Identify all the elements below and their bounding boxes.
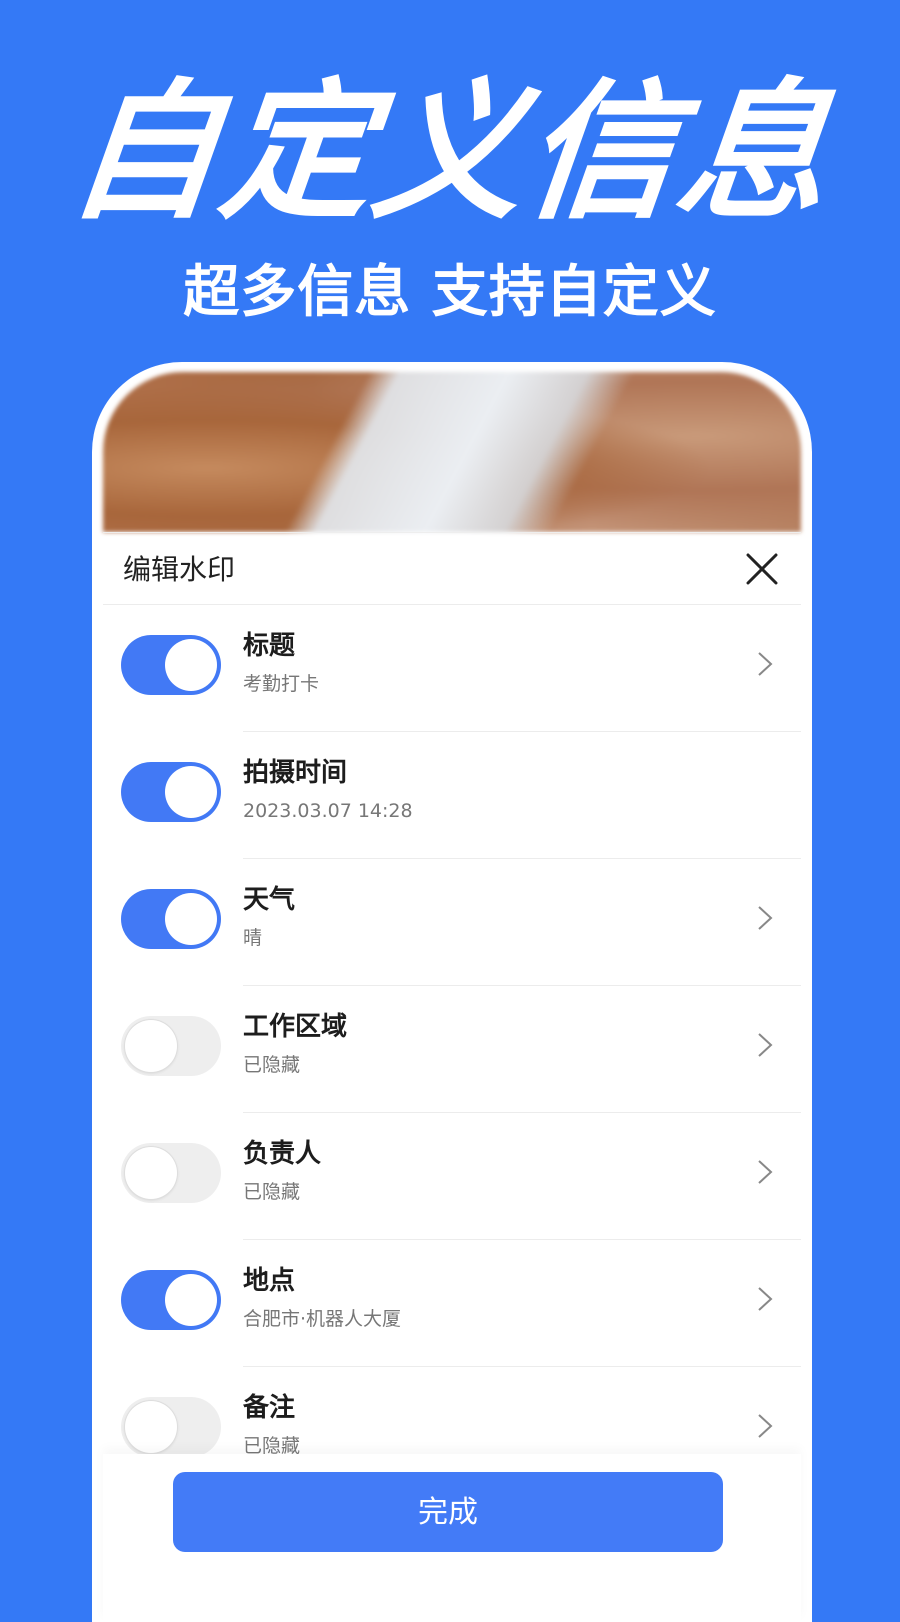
chevron-right-icon[interactable] <box>757 651 773 677</box>
bottom-action-bar: 完成 <box>103 1454 801 1622</box>
chevron-right-icon[interactable] <box>757 1413 773 1439</box>
promo-subheadline: 超多信息 支持自定义 <box>183 260 717 325</box>
toggle-knob <box>125 1401 177 1453</box>
toggle-knob <box>165 1274 217 1326</box>
chevron-right-icon[interactable] <box>757 1286 773 1312</box>
field-label: 天气 <box>243 885 296 915</box>
chevron-right-icon[interactable] <box>757 905 773 931</box>
sheet-title: 编辑水印 <box>123 553 236 586</box>
sheet-header: 编辑水印 <box>103 532 801 604</box>
list-item[interactable]: 天气 晴 <box>103 859 801 986</box>
visibility-toggle[interactable] <box>121 1270 221 1330</box>
field-value: 晴 <box>243 927 263 949</box>
field-value: 2023.03.07 14:28 <box>243 800 413 822</box>
visibility-toggle[interactable] <box>121 635 221 695</box>
field-label: 备注 <box>243 1393 296 1423</box>
chevron-right-icon[interactable] <box>757 1032 773 1058</box>
close-button[interactable] <box>743 550 781 588</box>
field-label: 地点 <box>243 1266 296 1296</box>
close-icon <box>746 553 778 585</box>
toggle-knob <box>165 766 217 818</box>
promo-headline: 自定义信息 <box>60 66 840 240</box>
field-label: 标题 <box>243 631 296 661</box>
toggle-knob <box>125 1020 177 1072</box>
list-item[interactable]: 标题 考勤打卡 <box>103 605 801 732</box>
list-item[interactable]: 拍摄时间 2023.03.07 14:28 <box>103 732 801 859</box>
visibility-toggle[interactable] <box>121 762 221 822</box>
list-item[interactable]: 负责人 已隐藏 <box>103 1113 801 1240</box>
field-value: 已隐藏 <box>243 1181 301 1203</box>
field-value: 考勤打卡 <box>243 673 320 695</box>
field-value: 合肥市·机器人大厦 <box>243 1308 402 1330</box>
camera-preview-image <box>103 372 801 532</box>
list-item[interactable]: 工作区域 已隐藏 <box>103 986 801 1113</box>
list-item[interactable]: 地点 合肥市·机器人大厦 <box>103 1240 801 1367</box>
toggle-knob <box>165 893 217 945</box>
visibility-toggle[interactable] <box>121 1397 221 1457</box>
field-label: 负责人 <box>243 1139 322 1169</box>
field-label: 工作区域 <box>243 1012 348 1042</box>
field-label: 拍摄时间 <box>243 758 348 788</box>
phone-mockup: 编辑水印 标题 考勤打卡 拍摄时间 2023.03.07 14:28 天气 晴 … <box>92 362 812 1622</box>
visibility-toggle[interactable] <box>121 889 221 949</box>
chevron-right-icon[interactable] <box>757 1159 773 1185</box>
toggle-knob <box>165 639 217 691</box>
watermark-field-list: 标题 考勤打卡 拍摄时间 2023.03.07 14:28 天气 晴 工作区域 … <box>103 605 801 1494</box>
visibility-toggle[interactable] <box>121 1143 221 1203</box>
field-value: 已隐藏 <box>243 1054 301 1076</box>
toggle-knob <box>125 1147 177 1199</box>
visibility-toggle[interactable] <box>121 1016 221 1076</box>
done-button[interactable]: 完成 <box>173 1472 723 1552</box>
